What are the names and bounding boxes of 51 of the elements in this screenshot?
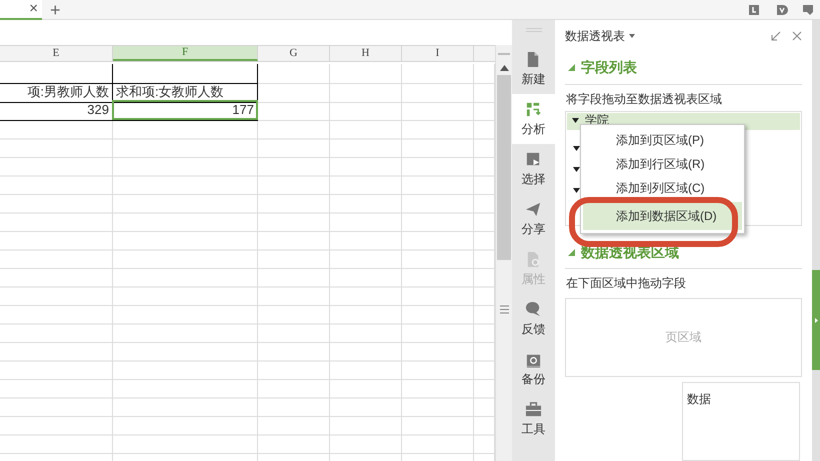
- sidebar-item[interactable]: 新建: [512, 44, 555, 94]
- splitter-icon[interactable]: [500, 305, 508, 314]
- select-icon: [525, 150, 542, 168]
- toolbox-icon: [525, 400, 542, 418]
- close-icon[interactable]: [792, 31, 802, 41]
- sidebar-item[interactable]: 工具: [512, 394, 555, 444]
- panel-title[interactable]: 数据透视表: [565, 27, 625, 45]
- scroll-up-icon[interactable]: [500, 65, 508, 71]
- collapse-icon[interactable]: [771, 31, 781, 41]
- caret-icon[interactable]: [629, 34, 635, 38]
- section-hint: 将字段拖动至数据透视表区域: [566, 91, 723, 108]
- expand-icon[interactable]: [572, 118, 579, 123]
- sidebar-item[interactable]: 备份: [512, 344, 555, 394]
- sidebar-item[interactable]: 反馈: [512, 294, 555, 344]
- close-tab-button[interactable]: ×: [29, 1, 38, 16]
- expand-icon[interactable]: [573, 167, 580, 172]
- section-toggle-icon[interactable]: [568, 248, 575, 256]
- table-cell-text: 329: [86, 101, 110, 119]
- sidebar-item[interactable]: 分享: [512, 194, 555, 244]
- dropdown-icon[interactable]: [802, 4, 814, 16]
- column-header[interactable]: I: [402, 46, 474, 61]
- menu-item[interactable]: 添加到列区域(C): [583, 176, 742, 200]
- sidebar-item[interactable]: 分析: [512, 94, 555, 144]
- section-title: 字段列表: [581, 58, 637, 77]
- pivot-icon: [525, 100, 542, 118]
- table-cell-text: 项:男教师人数: [26, 82, 110, 101]
- menu-item[interactable]: 添加到行区域(R): [583, 152, 742, 176]
- data-area[interactable]: 数据: [682, 382, 800, 461]
- toolbar-icon[interactable]: [776, 4, 788, 16]
- scrollbar-thumb[interactable]: [497, 75, 511, 260]
- expand-icon[interactable]: [573, 188, 580, 193]
- column-header[interactable]: H: [330, 46, 402, 61]
- menu-item[interactable]: 添加到页区域(P): [583, 128, 742, 152]
- section-toggle-icon[interactable]: [568, 64, 575, 71]
- area-label: 数据: [687, 392, 711, 406]
- paper-plane-icon: [525, 200, 542, 218]
- column-header[interactable]: G: [258, 46, 330, 61]
- sidebar-item[interactable]: 选择: [512, 144, 555, 194]
- chat-bubble-icon: [525, 300, 542, 318]
- new-tab-button[interactable]: +: [50, 0, 61, 18]
- column-header[interactable]: F: [113, 46, 258, 61]
- area-label: 页区域: [666, 329, 702, 346]
- panel-collapse-handle[interactable]: [812, 270, 820, 370]
- expand-right-icon[interactable]: [814, 318, 818, 322]
- menu-item[interactable]: 添加到数据区域(D): [583, 202, 742, 230]
- table-cell: 177: [113, 101, 257, 119]
- toolbar-icon[interactable]: [748, 4, 760, 16]
- section-hint: 在下面区域中拖动字段: [566, 274, 687, 292]
- table-cell-text: 求和项:女教师人数: [115, 82, 225, 101]
- expand-icon[interactable]: [573, 146, 580, 151]
- document-icon: [525, 250, 542, 268]
